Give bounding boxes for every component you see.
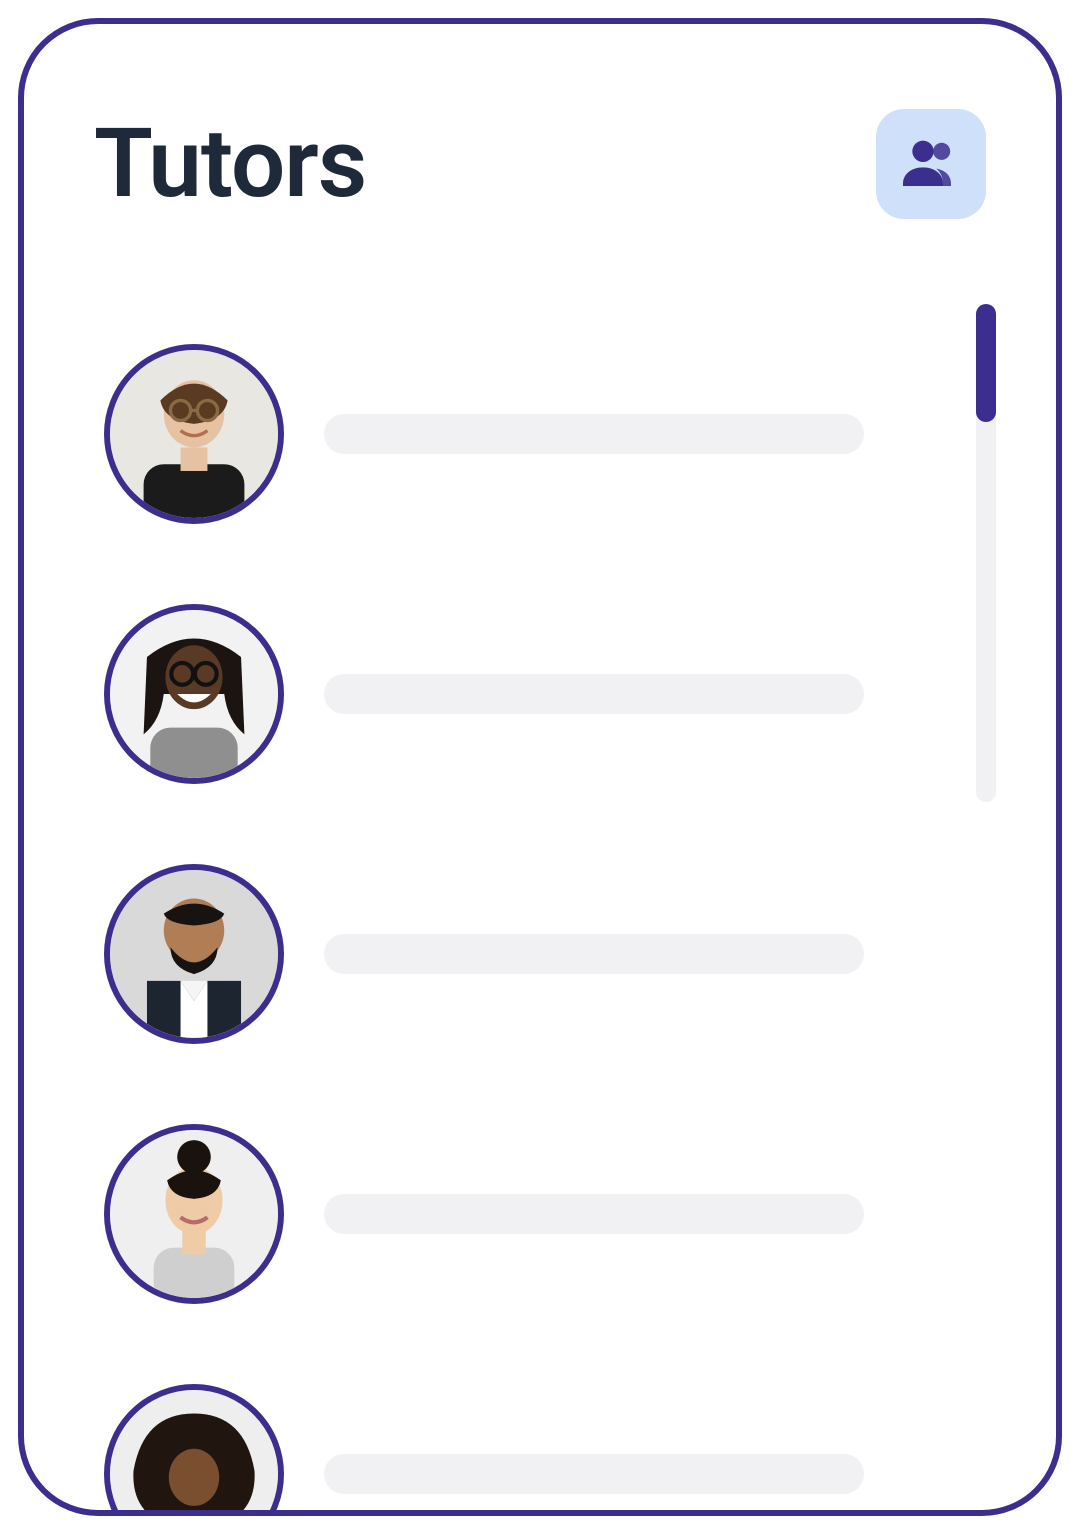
list-item[interactable] [104, 304, 864, 564]
avatar [104, 604, 284, 784]
scrollbar-thumb[interactable] [976, 304, 996, 422]
name-placeholder [324, 1194, 864, 1234]
list-item[interactable] [104, 1084, 864, 1344]
name-placeholder [324, 414, 864, 454]
avatar [104, 864, 284, 1044]
avatar [104, 1124, 284, 1304]
list-item[interactable] [104, 824, 864, 1084]
name-placeholder [324, 1454, 864, 1494]
list-item[interactable] [104, 1344, 864, 1516]
tutor-list [104, 304, 864, 1516]
list-item[interactable] [104, 564, 864, 824]
page-title: Tutors [94, 108, 366, 220]
scrollbar[interactable] [976, 304, 996, 802]
people-button[interactable] [876, 109, 986, 219]
avatar [104, 1384, 284, 1516]
avatar [104, 344, 284, 524]
header: Tutors [94, 104, 986, 224]
name-placeholder [324, 934, 864, 974]
tutors-card: Tutors [18, 18, 1062, 1516]
name-placeholder [324, 674, 864, 714]
people-icon [899, 130, 963, 198]
